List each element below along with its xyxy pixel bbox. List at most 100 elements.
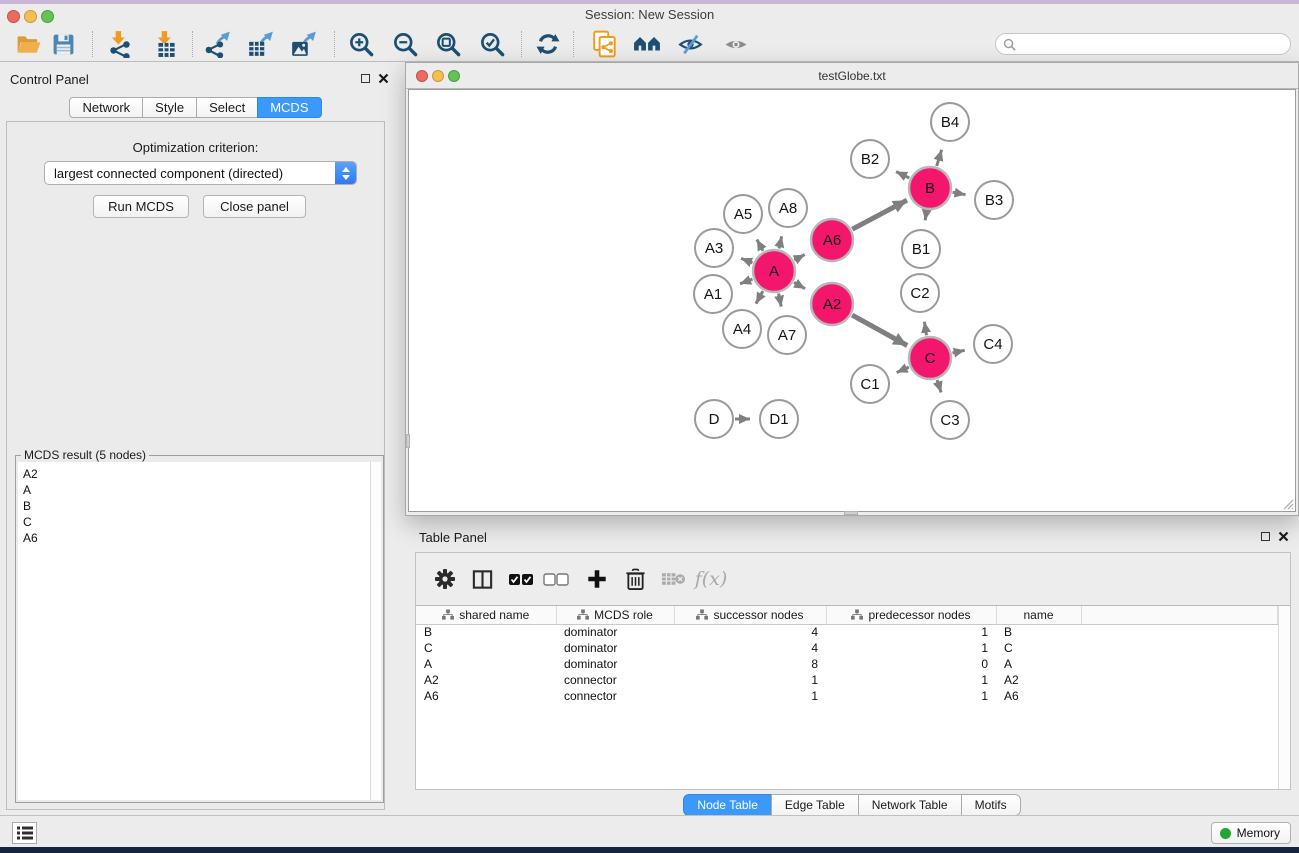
list-item[interactable]: A	[23, 482, 381, 498]
float-panel-icon[interactable]	[361, 74, 370, 83]
graph-node-D[interactable]: D	[695, 400, 733, 438]
import-network-button[interactable]	[104, 28, 136, 60]
close-panel-icon[interactable]	[1278, 531, 1289, 542]
optimization-select[interactable]: largest connected component (directed)	[44, 161, 357, 185]
create-column-button[interactable]	[580, 563, 614, 595]
zoom-selected-button[interactable]	[476, 28, 508, 60]
column-header-MCDS-role[interactable]: MCDS role	[556, 606, 674, 624]
column-header-successor-nodes[interactable]: successor nodes	[674, 606, 826, 624]
table-cell: dominator	[556, 624, 674, 640]
graph-node-A[interactable]: A	[753, 250, 795, 292]
graph-edge-A-A8	[779, 236, 782, 248]
zoom-fit-button[interactable]	[432, 28, 464, 60]
splitter-handle-left[interactable]	[406, 434, 410, 448]
export-image-button[interactable]	[288, 28, 320, 60]
toggle-column-panel-button[interactable]	[465, 563, 499, 595]
table-row[interactable]: Bdominator41B	[416, 624, 1278, 640]
tab-motifs[interactable]: Motifs	[961, 794, 1021, 816]
memory-button[interactable]: Memory	[1211, 822, 1291, 844]
tab-edge-table[interactable]: Edge Table	[771, 794, 859, 816]
graph-node-C[interactable]: C	[909, 337, 951, 379]
column-header-name[interactable]: name	[996, 606, 1081, 624]
svg-text:D1: D1	[769, 411, 788, 428]
list-item[interactable]: C	[23, 514, 381, 530]
tab-select[interactable]: Select	[196, 97, 258, 118]
tab-network-table[interactable]: Network Table	[858, 794, 962, 816]
graph-node-C1[interactable]: C1	[851, 365, 889, 403]
list-item[interactable]: A2	[23, 466, 381, 482]
float-panel-icon[interactable]	[1261, 532, 1270, 541]
graph-node-C3[interactable]: C3	[931, 401, 969, 439]
export-image-icon	[290, 30, 318, 58]
zoom-out-button[interactable]	[389, 28, 421, 60]
export-network-button[interactable]	[202, 28, 234, 60]
graph-node-B[interactable]: B	[909, 167, 951, 209]
control-panel-tabs: NetworkStyleSelectMCDS	[0, 97, 391, 118]
tab-style[interactable]: Style	[142, 97, 197, 118]
function-builder-button[interactable]: f(x)	[694, 563, 728, 595]
select-all-columns-button[interactable]	[504, 563, 538, 595]
optimization-value: largest connected component (directed)	[54, 166, 283, 181]
table-cell: 1	[826, 624, 996, 640]
close-panel-icon[interactable]	[378, 73, 389, 84]
graph-node-A2[interactable]: A2	[811, 283, 853, 325]
table-row[interactable]: Adominator80A	[416, 656, 1278, 672]
list-item[interactable]: A6	[23, 530, 381, 546]
task-history-button[interactable]	[12, 822, 37, 844]
list-scrollbar[interactable]	[370, 462, 381, 800]
resize-grip-icon[interactable]	[1281, 497, 1294, 510]
graph-node-A1[interactable]: A1	[694, 275, 732, 313]
graph-node-B4[interactable]: B4	[931, 103, 969, 141]
table-row[interactable]: A6connector11A6	[416, 688, 1278, 704]
table-row[interactable]: A2connector11A2	[416, 672, 1278, 688]
graph-node-A8[interactable]: A8	[769, 189, 807, 227]
graph-node-A7[interactable]: A7	[768, 316, 806, 354]
open-session-button[interactable]	[12, 28, 44, 60]
import-table-button[interactable]	[150, 28, 182, 60]
tab-network[interactable]: Network	[69, 97, 143, 118]
delete-column-button[interactable]	[618, 563, 652, 595]
graph-node-C2[interactable]: C2	[901, 274, 939, 312]
graph-node-B2[interactable]: B2	[851, 140, 889, 178]
column-header-shared-name[interactable]: shared name	[416, 606, 556, 624]
tab-mcds[interactable]: MCDS	[257, 97, 321, 118]
group-nodes-button[interactable]	[631, 28, 663, 60]
splitter-handle-bottom[interactable]	[844, 511, 858, 515]
table-scrollbar[interactable]	[1278, 606, 1290, 789]
graph-node-B1[interactable]: B1	[902, 230, 940, 268]
graph-node-A3[interactable]: A3	[695, 229, 733, 267]
graph-node-A4[interactable]: A4	[723, 310, 761, 348]
tab-node-table[interactable]: Node Table	[683, 794, 772, 816]
refresh-button[interactable]	[532, 28, 564, 60]
graph-node-B3[interactable]: B3	[975, 181, 1013, 219]
table-settings-button[interactable]	[428, 563, 462, 595]
search-input[interactable]	[1021, 37, 1290, 51]
delete-table-button[interactable]	[656, 563, 690, 595]
memory-status-icon	[1220, 828, 1231, 839]
mcds-tab-content: Optimization criterion: largest connecte…	[6, 121, 385, 810]
toolbar-separator	[573, 31, 574, 57]
network-window-title: testGlobe.txt	[406, 69, 1298, 83]
hide-selected-button[interactable]	[674, 28, 706, 60]
export-table-button[interactable]	[245, 28, 277, 60]
import-network-icon	[106, 30, 134, 58]
show-all-button[interactable]	[720, 28, 752, 60]
table-row[interactable]: Cdominator41C	[416, 640, 1278, 656]
save-session-button[interactable]	[47, 28, 79, 60]
graph-node-C4[interactable]: C4	[974, 325, 1012, 363]
column-header-predecessor-nodes[interactable]: predecessor nodes	[826, 606, 996, 624]
deselect-all-columns-button[interactable]	[539, 563, 573, 595]
run-mcds-button[interactable]: Run MCDS	[93, 195, 189, 218]
svg-text:A1: A1	[704, 286, 722, 303]
network-from-selection-button[interactable]	[589, 28, 621, 60]
gear-icon	[433, 567, 457, 591]
graph-node-D1[interactable]: D1	[760, 400, 798, 438]
list-item[interactable]: B	[23, 498, 381, 514]
close-panel-button[interactable]: Close panel	[203, 195, 306, 218]
graph-node-A5[interactable]: A5	[724, 195, 762, 233]
graph-node-A6[interactable]: A6	[811, 219, 853, 261]
main-toolbar	[0, 25, 1299, 62]
zoom-in-button[interactable]	[345, 28, 377, 60]
network-canvas[interactable]: B4 B2 B B3 A8 A5 A6 B1 A3 A A1 C2 A2 A4 …	[408, 89, 1296, 512]
svg-text:C1: C1	[860, 376, 879, 393]
